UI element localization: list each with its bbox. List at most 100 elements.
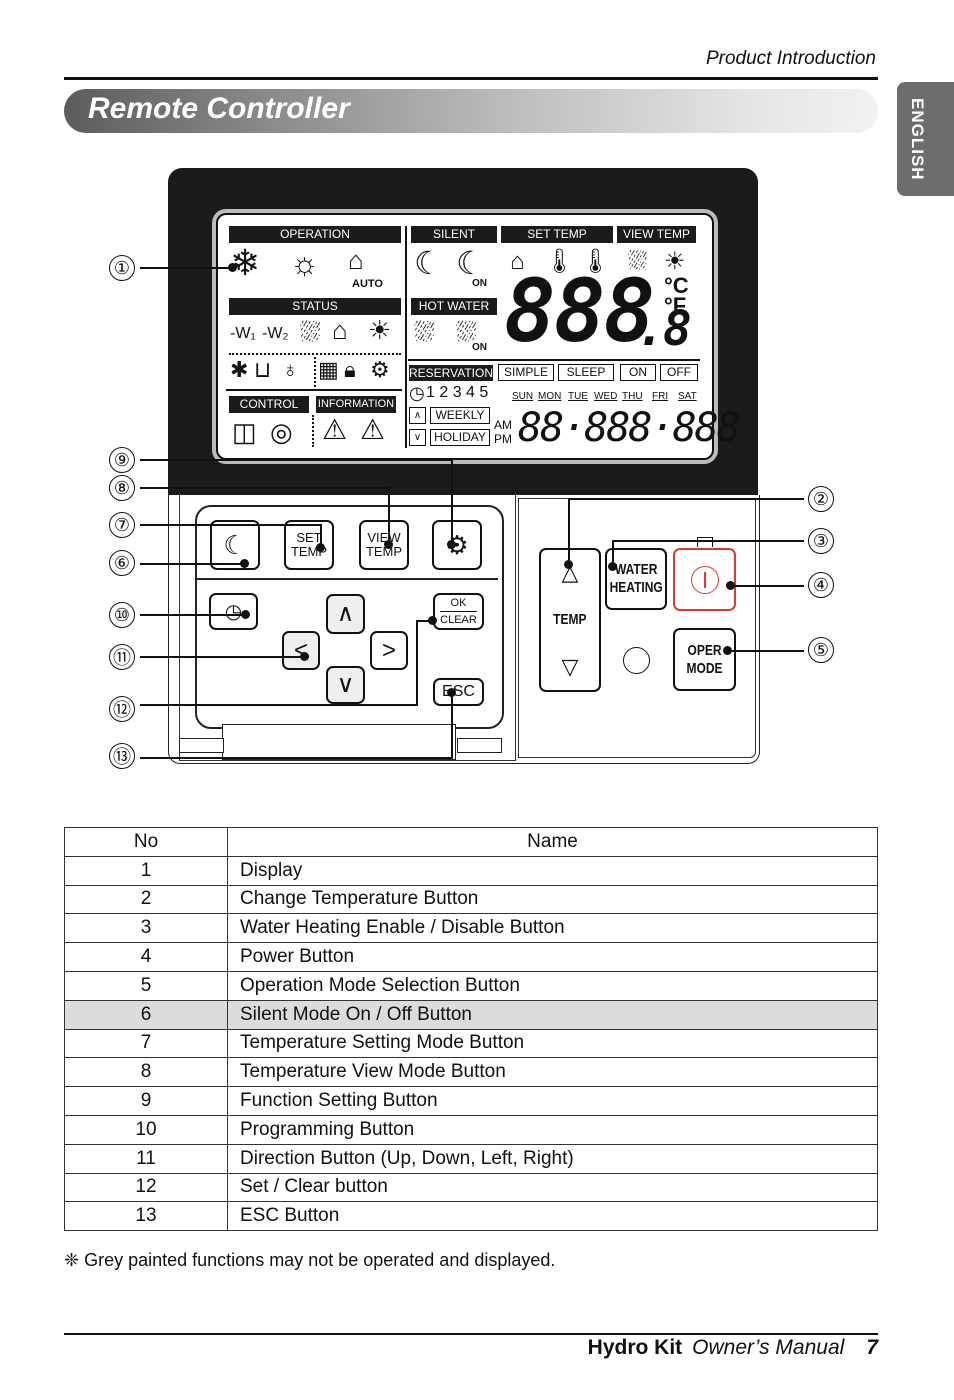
table-row: 3 Water Heating Enable / Disable Button	[64, 913, 878, 944]
silent-on-icon: ☾	[456, 245, 485, 281]
temp-down-icon: ▽	[561, 654, 579, 680]
leader-dot-2	[564, 560, 573, 569]
row-number: 7	[64, 1028, 228, 1059]
header-rule	[64, 77, 878, 80]
lcd-hline	[226, 389, 402, 391]
fahrenheit-unit: °F	[664, 293, 687, 318]
power-button[interactable]	[673, 548, 736, 611]
row-name: Function Setting Button	[227, 1086, 878, 1116]
lock-icon: 🔒︎	[344, 357, 356, 382]
temp-button[interactable]: △ TEMP ▽	[539, 548, 601, 692]
warning-icon: ⚠	[322, 414, 348, 445]
leader-2	[568, 498, 804, 500]
function-setting-button[interactable]: ⚙	[432, 520, 482, 570]
leader-dot-7	[316, 543, 325, 552]
chevron-right-icon: >	[381, 636, 396, 664]
left-button[interactable]: <	[282, 631, 320, 670]
footer-manual: Owner’s Manual	[692, 1336, 845, 1359]
header-no: No	[64, 827, 228, 857]
table-row: 1 Display	[64, 855, 878, 886]
chevron-up-icon: ∧	[336, 600, 355, 627]
icon-separator	[314, 357, 316, 387]
day-wed: WED	[594, 391, 618, 402]
heater2-icon: -W₂	[262, 325, 289, 342]
row-number: 12	[64, 1172, 228, 1203]
row-name: Display	[227, 855, 878, 886]
leader-8	[140, 487, 390, 489]
callout-12: ⑫	[109, 696, 135, 722]
callout-13: ⑬	[109, 743, 135, 769]
right-button[interactable]: >	[370, 631, 408, 670]
room-play-icon: ⌂	[332, 315, 348, 345]
cover-hinge-left	[179, 738, 224, 753]
lcd-display: OPERATION SILENT SET TEMP VIEW TEMP ❄ ☼ …	[212, 209, 741, 464]
table-row: 4 Power Button	[64, 942, 878, 972]
esc-button[interactable]: ESC	[433, 678, 484, 706]
lcd-hline-right	[408, 359, 700, 361]
callout-4: ④	[808, 572, 834, 598]
shower-on-label: ON	[472, 342, 487, 353]
power-icon	[690, 565, 719, 594]
silent-on-label: ON	[472, 278, 487, 289]
error-icon: ⚠	[360, 414, 386, 445]
down-button[interactable]: ∨	[326, 666, 365, 704]
row-name: Set / Clear button	[227, 1172, 878, 1203]
no-function-icon: ⚙	[370, 357, 390, 382]
set-temp-button[interactable]: SET TEMP	[284, 520, 334, 570]
leader-2v	[568, 498, 570, 564]
clock-digits: 88·888·888	[518, 405, 741, 451]
water-heating-label-1: WATER	[614, 561, 658, 578]
am-label: AM	[494, 418, 512, 432]
table-row: 13 ESC Button	[64, 1201, 878, 1232]
central-control-icon: ◫	[232, 417, 257, 447]
auto-mode-icon: ⌂	[348, 245, 364, 275]
mode-on: ON	[620, 364, 656, 381]
leader-dot-3	[608, 562, 617, 571]
oper-mode-button[interactable]: OPER MODE	[673, 628, 736, 691]
footer-rule	[64, 1333, 878, 1335]
row-number: 4	[64, 942, 228, 972]
day-mon: MON	[538, 391, 562, 402]
table-row: 2 Change Temperature Button	[64, 884, 878, 915]
leader-9v	[451, 459, 453, 543]
row-name: Temperature View Mode Button	[227, 1057, 878, 1088]
weekly-label: WEEKLY	[430, 407, 490, 424]
callout-11: ⑪	[109, 644, 135, 670]
silent-icon: ☾	[223, 530, 247, 560]
water-heating-button[interactable]: WATER HEATING	[605, 548, 667, 610]
leader-12	[140, 704, 418, 706]
footer-product: Hydro Kit	[587, 1336, 683, 1359]
power-indicator	[697, 537, 713, 547]
row-name: Change Temperature Button	[227, 884, 878, 915]
table-row: 11 Direction Button (Up, Down, Left, Righ…	[64, 1143, 878, 1174]
programming-button[interactable]: ◷	[209, 593, 258, 630]
label-set-temp: SET TEMP	[501, 226, 613, 243]
lcd-divider	[405, 226, 407, 448]
table-row: 12 Set / Clear button	[64, 1172, 878, 1203]
callout-2: ②	[808, 486, 834, 512]
callout-5: ⑤	[808, 637, 834, 663]
callout-9: ⑨	[109, 447, 135, 473]
table-row: 7 Temperature Setting Mode Button	[64, 1028, 878, 1059]
day-sat: SAT	[678, 391, 697, 402]
day-tue: TUE	[568, 391, 588, 402]
row-name: Operation Mode Selection Button	[227, 970, 878, 1001]
day-fri: FRI	[652, 391, 669, 402]
up-arrow-icon: ∧	[409, 407, 426, 424]
water-icon: ♁	[282, 357, 299, 382]
page-number: 7	[866, 1336, 878, 1359]
clear-label: CLEAR	[440, 614, 477, 626]
hot-water-heater-icon: ⛆	[300, 317, 321, 347]
ok-clear-button[interactable]: OK CLEAR	[433, 593, 484, 630]
up-button[interactable]: ∧	[326, 594, 365, 634]
row-name: Programming Button	[227, 1114, 878, 1145]
leader-dot-5	[723, 646, 732, 655]
oper-mode-label-2: MODE	[686, 659, 723, 677]
heating-icon: ☼	[290, 245, 320, 281]
leader-8v	[388, 487, 390, 543]
program-numbers: 1 2 3 4 5	[426, 384, 489, 401]
remote-control-icon: ◎	[270, 417, 293, 447]
row-number: 1	[64, 855, 228, 886]
leader-5	[727, 650, 804, 652]
leader-1	[140, 267, 232, 269]
